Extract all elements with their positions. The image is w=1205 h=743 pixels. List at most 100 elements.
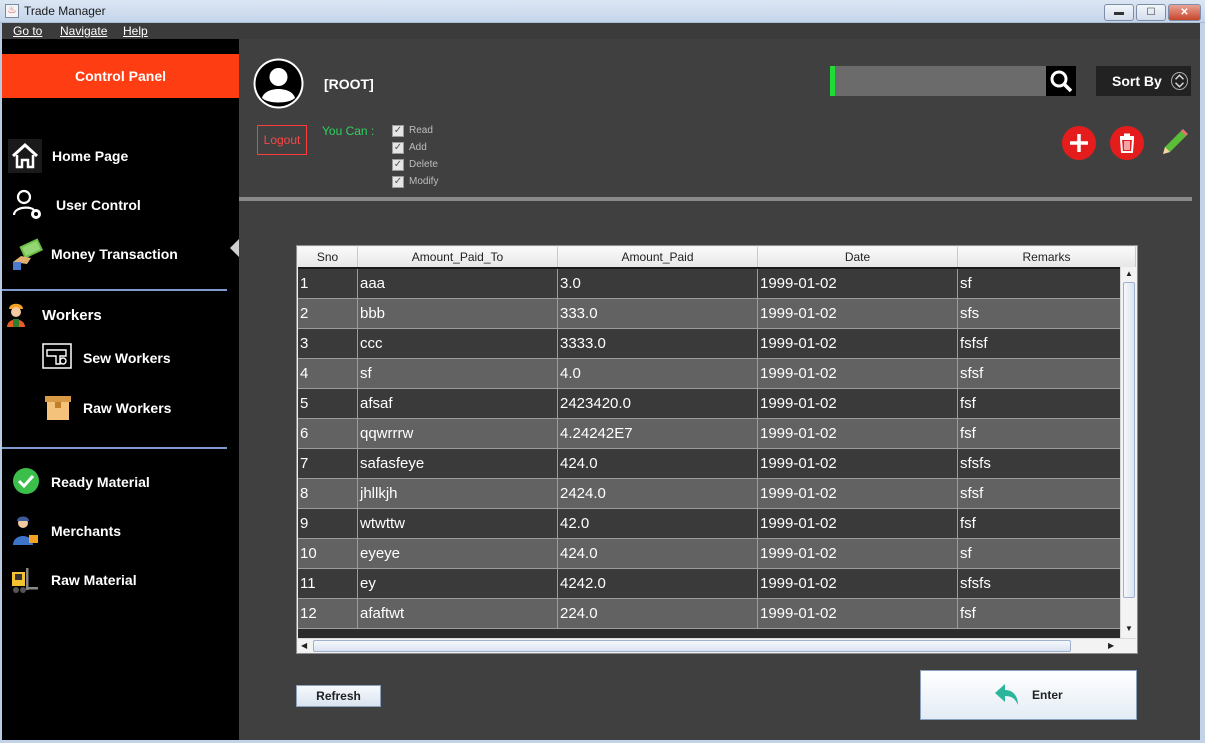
table-cell[interactable]: 333.0 bbox=[558, 299, 758, 329]
menu-navigate[interactable]: Navigate bbox=[60, 24, 107, 38]
close-button[interactable]: ✕ bbox=[1168, 4, 1201, 21]
table-cell[interactable]: ccc bbox=[358, 329, 558, 359]
sidebar-item-raw-workers[interactable]: Raw Workers bbox=[2, 390, 239, 426]
table-cell[interactable]: 4242.0 bbox=[558, 569, 758, 599]
table-cell[interactable]: 4 bbox=[298, 359, 358, 389]
table-cell[interactable]: sf bbox=[958, 269, 1122, 299]
table-cell[interactable]: jhllkjh bbox=[358, 479, 558, 509]
enter-button[interactable]: Enter bbox=[920, 670, 1137, 720]
vertical-scroll-thumb[interactable] bbox=[1123, 282, 1135, 598]
minimize-button[interactable]: ▬ bbox=[1104, 4, 1134, 21]
table-cell[interactable]: 1999-01-02 bbox=[758, 419, 958, 449]
table-cell[interactable]: 42.0 bbox=[558, 509, 758, 539]
table-cell[interactable]: aaa bbox=[358, 269, 558, 299]
table-cell[interactable]: 224.0 bbox=[558, 599, 758, 629]
table-cell[interactable]: 1999-01-02 bbox=[758, 299, 958, 329]
table-cell[interactable]: 1999-01-02 bbox=[758, 269, 958, 299]
table-row[interactable]: 3 ccc 3333.0 1999-01-02 fsfsf bbox=[298, 329, 1122, 359]
table-cell[interactable]: fsf bbox=[958, 389, 1122, 419]
scroll-left-icon[interactable]: ◀ bbox=[301, 641, 307, 650]
table-cell[interactable]: 1999-01-02 bbox=[758, 449, 958, 479]
table-cell[interactable]: sfsfs bbox=[958, 449, 1122, 479]
search-input[interactable] bbox=[830, 66, 1046, 96]
vertical-scrollbar[interactable]: ▲ ▼ bbox=[1120, 267, 1136, 639]
table-cell[interactable]: 9 bbox=[298, 509, 358, 539]
table-cell[interactable]: 3 bbox=[298, 329, 358, 359]
table-row[interactable]: 8 jhllkjh 2424.0 1999-01-02 sfsf bbox=[298, 479, 1122, 509]
table-cell[interactable]: 8 bbox=[298, 479, 358, 509]
sidebar-item-home-page[interactable]: Home Page bbox=[2, 138, 239, 174]
table-cell[interactable]: fsf bbox=[958, 509, 1122, 539]
table-cell[interactable]: 1999-01-02 bbox=[758, 359, 958, 389]
table-row[interactable]: 6 qqwrrrw 4.24242E7 1999-01-02 fsf bbox=[298, 419, 1122, 449]
table-cell[interactable]: 7 bbox=[298, 449, 358, 479]
delete-icon[interactable] bbox=[1109, 125, 1145, 161]
horizontal-scroll-thumb[interactable] bbox=[313, 640, 1071, 652]
table-cell[interactable]: 1999-01-02 bbox=[758, 539, 958, 569]
table-row[interactable]: 11 ey 4242.0 1999-01-02 sfsfs bbox=[298, 569, 1122, 599]
scroll-up-icon[interactable]: ▲ bbox=[1125, 269, 1133, 278]
table-cell[interactable]: 2423420.0 bbox=[558, 389, 758, 419]
table-cell[interactable]: 3333.0 bbox=[558, 329, 758, 359]
table-row[interactable]: 12 afaftwt 224.0 1999-01-02 fsf bbox=[298, 599, 1122, 629]
refresh-button[interactable]: Refresh bbox=[296, 685, 381, 707]
table-cell[interactable]: 12 bbox=[298, 599, 358, 629]
maximize-button[interactable]: ☐ bbox=[1136, 4, 1166, 21]
table-cell[interactable]: bbb bbox=[358, 299, 558, 329]
table-cell[interactable]: 424.0 bbox=[558, 539, 758, 569]
sidebar-item-sew-workers[interactable]: Sew Workers bbox=[2, 340, 239, 376]
table-cell[interactable]: 11 bbox=[298, 569, 358, 599]
table-cell[interactable]: afaftwt bbox=[358, 599, 558, 629]
table-cell[interactable]: 1999-01-02 bbox=[758, 329, 958, 359]
logout-button[interactable]: Logout bbox=[257, 125, 307, 155]
sidebar-item-ready-material[interactable]: Ready Material bbox=[2, 464, 239, 500]
table-row[interactable]: 7 safasfeye 424.0 1999-01-02 sfsfs bbox=[298, 449, 1122, 479]
sidebar-item-merchants[interactable]: Merchants bbox=[2, 513, 239, 549]
table-cell[interactable]: 5 bbox=[298, 389, 358, 419]
sidebar-item-raw-material[interactable]: Raw Material bbox=[2, 562, 239, 598]
table-row[interactable]: 1 aaa 3.0 1999-01-02 sf bbox=[298, 269, 1122, 299]
scroll-down-icon[interactable]: ▼ bbox=[1125, 624, 1133, 633]
table-cell[interactable]: sf bbox=[358, 359, 558, 389]
table-cell[interactable]: sfsfs bbox=[958, 569, 1122, 599]
search-button[interactable] bbox=[1046, 66, 1076, 96]
table-cell[interactable]: fsfsf bbox=[958, 329, 1122, 359]
collapse-caret-icon[interactable] bbox=[230, 239, 239, 257]
table-cell[interactable]: 1 bbox=[298, 269, 358, 299]
table-cell[interactable]: 1999-01-02 bbox=[758, 389, 958, 419]
table-cell[interactable]: 424.0 bbox=[558, 449, 758, 479]
table-cell[interactable]: 10 bbox=[298, 539, 358, 569]
table-cell[interactable]: 1999-01-02 bbox=[758, 599, 958, 629]
table-cell[interactable]: 4.0 bbox=[558, 359, 758, 389]
menu-go-to[interactable]: Go to bbox=[13, 24, 42, 38]
column-header-remarks[interactable]: Remarks bbox=[958, 247, 1136, 267]
sidebar-item-money-transaction[interactable]: Money Transaction bbox=[2, 236, 239, 272]
column-header-amount-paid[interactable]: Amount_Paid bbox=[558, 247, 758, 267]
horizontal-scrollbar[interactable]: ◀ ▶ bbox=[298, 638, 1136, 653]
table-cell[interactable]: 6 bbox=[298, 419, 358, 449]
table-cell[interactable]: ey bbox=[358, 569, 558, 599]
table-cell[interactable]: 1999-01-02 bbox=[758, 569, 958, 599]
table-cell[interactable]: 2424.0 bbox=[558, 479, 758, 509]
sidebar-item-workers[interactable]: Workers bbox=[2, 297, 239, 333]
table-cell[interactable]: fsf bbox=[958, 419, 1122, 449]
table-cell[interactable]: sfsf bbox=[958, 359, 1122, 389]
table-cell[interactable]: qqwrrrw bbox=[358, 419, 558, 449]
edit-pencil-icon[interactable] bbox=[1156, 125, 1192, 161]
table-row[interactable]: 2 bbb 333.0 1999-01-02 sfs bbox=[298, 299, 1122, 329]
table-cell[interactable]: 1999-01-02 bbox=[758, 479, 958, 509]
table-cell[interactable]: afsaf bbox=[358, 389, 558, 419]
table-cell[interactable]: eyeye bbox=[358, 539, 558, 569]
column-header-date[interactable]: Date bbox=[758, 247, 958, 267]
table-cell[interactable]: 4.24242E7 bbox=[558, 419, 758, 449]
table-cell[interactable]: fsf bbox=[958, 599, 1122, 629]
table-cell[interactable]: wtwttw bbox=[358, 509, 558, 539]
table-row[interactable]: 5 afsaf 2423420.0 1999-01-02 fsf bbox=[298, 389, 1122, 419]
table-cell[interactable]: sf bbox=[958, 539, 1122, 569]
table-row[interactable]: 4 sf 4.0 1999-01-02 sfsf bbox=[298, 359, 1122, 389]
table-row[interactable]: 10 eyeye 424.0 1999-01-02 sf bbox=[298, 539, 1122, 569]
table-cell[interactable]: safasfeye bbox=[358, 449, 558, 479]
scroll-right-icon[interactable]: ▶ bbox=[1108, 641, 1114, 650]
menu-help[interactable]: Help bbox=[123, 24, 148, 38]
column-header-sno[interactable]: Sno bbox=[298, 247, 358, 267]
